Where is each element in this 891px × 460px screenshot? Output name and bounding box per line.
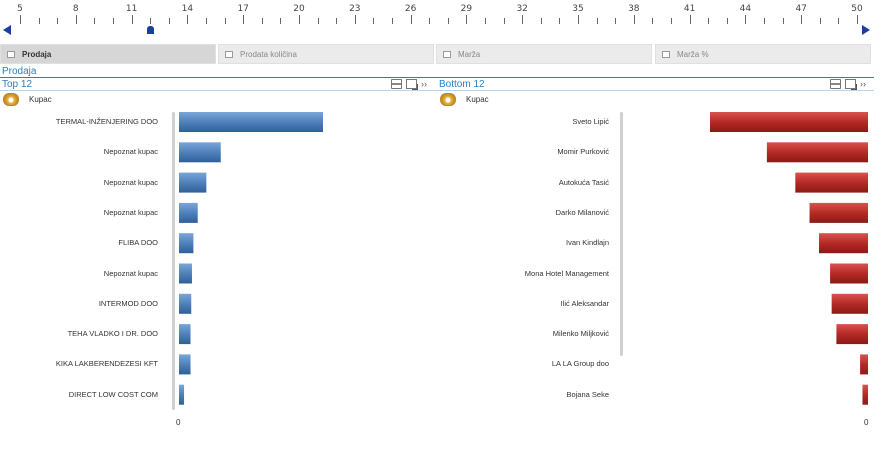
bar[interactable] (836, 324, 868, 345)
bar[interactable] (179, 324, 191, 345)
bar[interactable] (830, 263, 868, 284)
bar[interactable] (795, 172, 868, 193)
bar[interactable] (179, 172, 207, 193)
bar[interactable] (860, 354, 868, 375)
bar[interactable] (179, 263, 192, 284)
bar[interactable] (179, 233, 194, 254)
bar[interactable] (179, 142, 221, 163)
bar[interactable] (766, 142, 868, 163)
bar[interactable] (809, 202, 868, 223)
bar[interactable] (179, 112, 323, 132)
bar[interactable] (179, 293, 192, 314)
bar[interactable] (710, 112, 868, 132)
bar[interactable] (831, 293, 868, 314)
bar[interactable] (179, 384, 185, 405)
right-axis-zero: 0 (864, 418, 869, 427)
bar[interactable] (179, 202, 198, 223)
left-axis-zero: 0 (176, 418, 181, 427)
bar[interactable] (179, 354, 191, 375)
bar-charts (179, 112, 868, 405)
bar[interactable] (819, 233, 868, 254)
bar[interactable] (862, 384, 868, 405)
